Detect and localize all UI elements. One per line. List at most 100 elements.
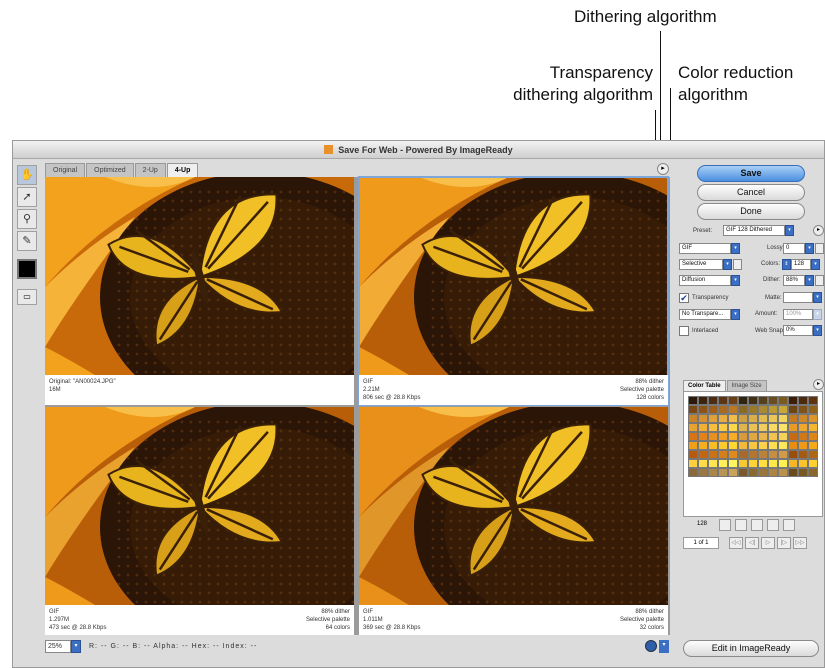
next-frame-icon[interactable]: |▷ (777, 537, 791, 549)
preview-menu-icon[interactable]: ▸ (657, 163, 669, 175)
eyedropper-tool-icon[interactable]: ✎ (17, 231, 37, 251)
color-swatch[interactable] (808, 405, 818, 414)
color-swatch[interactable] (748, 423, 758, 432)
color-swatch[interactable] (758, 450, 768, 459)
color-swatch[interactable] (708, 432, 718, 441)
edit-in-imageready-button[interactable]: Edit in ImageReady (683, 640, 819, 657)
color-swatch[interactable] (768, 405, 778, 414)
color-swatch[interactable] (708, 414, 718, 423)
color-swatch[interactable] (688, 405, 698, 414)
color-swatch[interactable] (728, 396, 738, 405)
color-swatch[interactable] (758, 468, 768, 477)
color-swatch[interactable] (748, 441, 758, 450)
color-swatch[interactable] (768, 432, 778, 441)
lossy-arrow-icon[interactable]: ▾ (805, 243, 814, 254)
lock-color-icon[interactable] (735, 519, 747, 531)
color-swatch[interactable] (728, 441, 738, 450)
eyedropper-color-swatch[interactable] (17, 259, 37, 279)
color-swatch[interactable] (718, 477, 728, 486)
color-swatch[interactable] (768, 459, 778, 468)
color-swatch[interactable] (798, 441, 808, 450)
color-swatch[interactable] (808, 441, 818, 450)
color-swatch[interactable] (768, 477, 778, 486)
color-swatch[interactable] (708, 477, 718, 486)
color-swatch[interactable] (798, 468, 808, 477)
color-swatch[interactable] (708, 396, 718, 405)
color-swatch[interactable] (688, 432, 698, 441)
color-swatch[interactable] (788, 450, 798, 459)
tab-optimized[interactable]: Optimized (86, 163, 134, 177)
color-swatch[interactable] (748, 396, 758, 405)
color-swatch[interactable] (708, 441, 718, 450)
color-swatch[interactable] (778, 450, 788, 459)
color-swatch[interactable] (728, 468, 738, 477)
color-swatch[interactable] (718, 405, 728, 414)
preview-pane-optimized-2[interactable]: GIF 1.297M 473 sec @ 28.8 Kbps 88% dithe… (45, 407, 354, 635)
color-swatch[interactable] (778, 459, 788, 468)
color-swatch[interactable] (708, 423, 718, 432)
color-swatch[interactable] (798, 405, 808, 414)
prev-frame-icon[interactable]: ◁| (745, 537, 759, 549)
color-swatch[interactable] (768, 468, 778, 477)
color-swatch[interactable] (698, 468, 708, 477)
color-swatch[interactable] (748, 459, 758, 468)
color-swatch[interactable] (748, 468, 758, 477)
zoom-menu-arrow-icon[interactable]: ▾ (71, 640, 81, 653)
color-swatch[interactable] (788, 396, 798, 405)
color-swatch[interactable] (758, 441, 768, 450)
dither-algorithm-arrow-icon[interactable]: ▾ (731, 275, 740, 286)
color-swatch[interactable] (698, 459, 708, 468)
browser-menu-arrow-icon[interactable]: ▾ (659, 640, 669, 653)
color-swatch[interactable] (698, 450, 708, 459)
tab-color-table[interactable]: Color Table (683, 380, 726, 391)
color-swatch[interactable] (808, 477, 818, 486)
slice-visibility-icon[interactable]: ▭ (17, 289, 37, 305)
snap-to-web-icon[interactable] (719, 519, 731, 531)
color-swatch[interactable] (808, 396, 818, 405)
color-swatch[interactable] (738, 396, 748, 405)
color-swatch[interactable] (778, 423, 788, 432)
color-swatch[interactable] (778, 477, 788, 486)
color-swatch[interactable] (798, 423, 808, 432)
dither-arrow-icon[interactable]: ▾ (805, 275, 814, 286)
color-swatch[interactable] (738, 441, 748, 450)
format-arrow-icon[interactable]: ▾ (731, 243, 740, 254)
color-swatch[interactable] (748, 477, 758, 486)
last-frame-icon[interactable]: ▷▷ (793, 537, 807, 549)
color-swatch[interactable] (688, 477, 698, 486)
tab-original[interactable]: Original (45, 163, 86, 177)
preset-arrow-icon[interactable]: ▾ (785, 225, 794, 236)
dither-field[interactable]: 88% (783, 275, 805, 286)
color-swatch[interactable] (788, 405, 798, 414)
matte-arrow-icon[interactable]: ▾ (813, 292, 822, 303)
done-button[interactable]: Done (697, 203, 805, 220)
color-swatch[interactable] (758, 477, 768, 486)
color-swatch[interactable] (718, 441, 728, 450)
slice-select-tool-icon[interactable]: ➚ (17, 187, 37, 207)
color-swatch[interactable] (768, 450, 778, 459)
play-icon[interactable]: ▷ (761, 537, 775, 549)
color-swatch[interactable] (738, 477, 748, 486)
colors-stepper-icon[interactable]: ⇕ (782, 259, 791, 270)
color-reduction-select[interactable]: Selective (679, 259, 723, 270)
color-swatch[interactable] (778, 396, 788, 405)
preset-select[interactable]: GIF 128 Dithered (723, 225, 785, 236)
color-swatch[interactable] (688, 396, 698, 405)
color-swatch[interactable] (798, 414, 808, 423)
color-swatch[interactable] (808, 414, 818, 423)
lossy-field[interactable]: 0 (783, 243, 805, 254)
color-swatch[interactable] (778, 432, 788, 441)
color-swatch[interactable] (778, 405, 788, 414)
color-swatch[interactable] (728, 423, 738, 432)
color-swatch[interactable] (788, 468, 798, 477)
color-swatch[interactable] (758, 405, 768, 414)
dither-algorithm-select[interactable]: Diffusion (679, 275, 731, 286)
color-swatch[interactable] (688, 441, 698, 450)
color-swatch[interactable] (748, 405, 758, 414)
color-swatch[interactable] (738, 459, 748, 468)
color-swatch[interactable] (748, 414, 758, 423)
color-swatch[interactable] (718, 468, 728, 477)
color-swatch[interactable] (788, 459, 798, 468)
color-swatch[interactable] (788, 477, 798, 486)
color-swatch[interactable] (768, 441, 778, 450)
